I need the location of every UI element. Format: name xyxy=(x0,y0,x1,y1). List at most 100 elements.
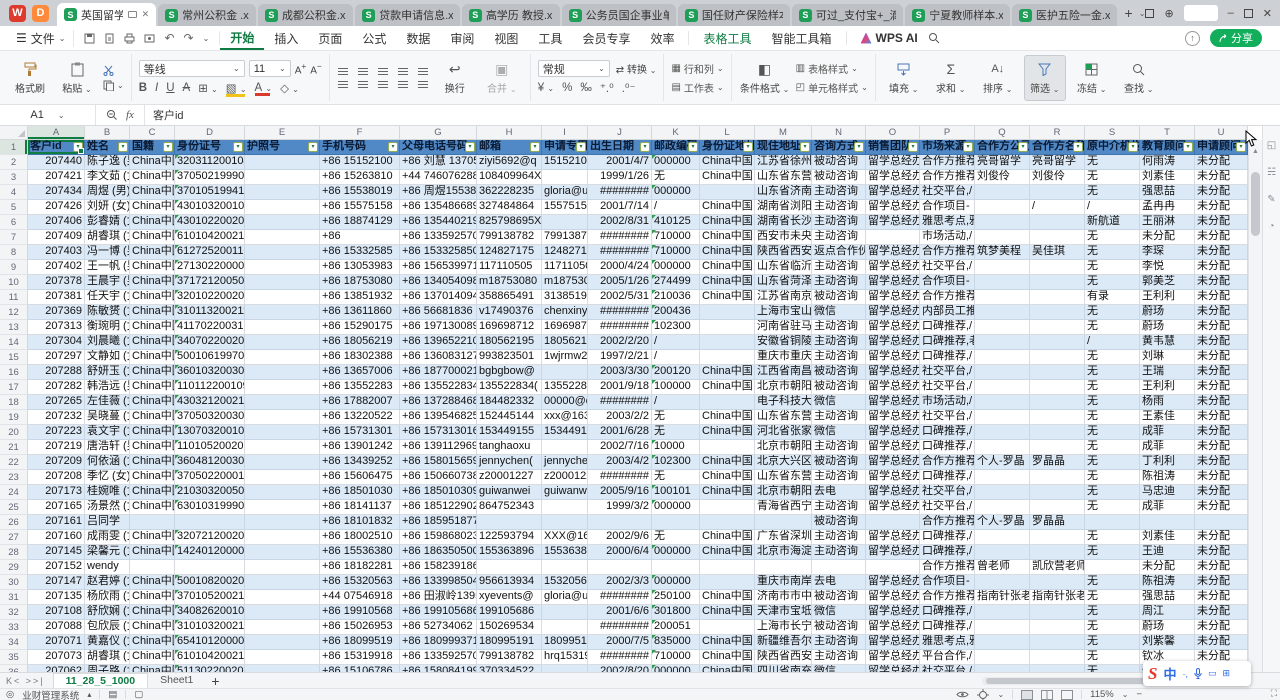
cell[interactable]: +86 1360831276 xyxy=(400,350,477,365)
menu-tab-1[interactable]: 插入 xyxy=(264,28,308,49)
panel-pen-icon[interactable]: ✎ xyxy=(1267,194,1275,205)
cell[interactable]: 2003/4/2 xyxy=(588,455,652,470)
cell[interactable]: bgbgbow@ xyxy=(477,365,542,380)
sheet-tab-1[interactable]: Sheet1 xyxy=(148,673,205,688)
cell[interactable]: 130703200106280921 xyxy=(175,425,245,440)
cell[interactable]: 被动咨询 xyxy=(812,380,866,395)
outline-icon[interactable]: ▢ xyxy=(134,689,143,700)
cell[interactable]: 电子科技大 xyxy=(755,395,812,410)
cell[interactable]: 无 xyxy=(1085,455,1140,470)
cell[interactable] xyxy=(700,185,755,200)
file-tab[interactable]: S医护五险一金.xlsx xyxy=(1012,4,1117,26)
cell[interactable] xyxy=(245,350,320,365)
search-icon[interactable] xyxy=(928,32,940,44)
row-number[interactable]: 22 xyxy=(0,455,28,470)
cell[interactable] xyxy=(1085,515,1140,530)
cell[interactable]: 未分配 xyxy=(1195,455,1248,470)
cell[interactable] xyxy=(975,470,1030,485)
cell[interactable]: 301800 xyxy=(652,605,700,620)
cell[interactable]: 留学总经办 xyxy=(866,185,920,200)
cell[interactable]: 成菲 xyxy=(1140,425,1195,440)
filter-dropdown-icon[interactable]: ▾ xyxy=(73,142,83,152)
cell[interactable]: 207209 xyxy=(28,455,85,470)
cell[interactable]: 无 xyxy=(1085,365,1140,380)
cell[interactable]: 362228235 xyxy=(477,185,542,200)
cell[interactable]: +86 15731301 xyxy=(320,425,400,440)
cell[interactable]: / xyxy=(1030,200,1085,215)
row-number[interactable]: 19 xyxy=(0,410,28,425)
cell[interactable]: +86 18141137 xyxy=(320,500,400,515)
cell[interactable]: 207173 xyxy=(28,485,85,500)
cell[interactable]: 无 xyxy=(1085,440,1140,455)
cell[interactable] xyxy=(975,440,1030,455)
cell[interactable]: 成雨雯 (女 xyxy=(85,530,130,545)
cell[interactable]: 1999/1/26 xyxy=(588,170,652,185)
cell[interactable]: +86 1991056860 xyxy=(400,605,477,620)
cell[interactable]: ######## xyxy=(588,245,652,260)
cell[interactable]: 340702200202202520 xyxy=(175,335,245,350)
row-number[interactable]: 5 xyxy=(0,200,28,215)
cell[interactable]: +86 1565399710 xyxy=(400,260,477,275)
cell[interactable]: 孟冉冉 xyxy=(1140,200,1195,215)
cell[interactable] xyxy=(975,665,1030,672)
sheet-tab-0[interactable]: 11_28_5_1000 xyxy=(53,673,149,688)
cell[interactable]: 207062 xyxy=(28,665,85,672)
cell[interactable]: 重庆市南岸 xyxy=(755,575,812,590)
cell[interactable]: +86 13657006 xyxy=(320,365,400,380)
header-cell[interactable]: 邮政编码▾ xyxy=(652,140,700,155)
cell[interactable]: 710000 xyxy=(652,650,700,665)
cell[interactable]: 吕同学 xyxy=(85,515,130,530)
cell[interactable]: 未分配 xyxy=(1195,560,1248,575)
cell[interactable]: ######## xyxy=(588,305,652,320)
cell[interactable]: China中国 xyxy=(700,365,755,380)
cell[interactable]: China中国 xyxy=(130,320,175,335)
cell[interactable]: 口碑推荐,/ xyxy=(920,620,975,635)
cell[interactable]: 刘紫馨 xyxy=(1140,635,1195,650)
cell[interactable]: 留学总经办 xyxy=(866,410,920,425)
cell[interactable]: 社交平台,/ xyxy=(920,485,975,500)
cell[interactable]: 135522834( xyxy=(477,380,542,395)
cell[interactable]: 180995191( xyxy=(542,635,588,650)
cell[interactable]: 207071 xyxy=(28,635,85,650)
column-header-C[interactable]: C xyxy=(130,126,175,140)
cell[interactable]: 864752343 xyxy=(477,500,542,515)
cell[interactable]: 李文茹 (女 xyxy=(85,170,130,185)
cell[interactable]: 指南针张老 xyxy=(1030,590,1085,605)
cell[interactable]: China中国 xyxy=(130,380,175,395)
cell[interactable]: ziyi5692@q xyxy=(477,155,542,170)
cell[interactable]: 未分配 xyxy=(1195,245,1248,260)
cell[interactable]: 微信 xyxy=(812,395,866,410)
header-cell[interactable]: 合作方公司▾ xyxy=(975,140,1030,155)
cell[interactable] xyxy=(975,320,1030,335)
cell[interactable]: 2001/4/7 xyxy=(588,155,652,170)
cell[interactable]: 留学总经办 xyxy=(866,350,920,365)
cell[interactable]: 被动咨询 xyxy=(812,590,866,605)
ime-grid-icon[interactable]: ⊞ xyxy=(1223,668,1231,679)
filter-dropdown-icon[interactable]: ▾ xyxy=(1018,142,1028,152)
header-cell[interactable]: 销售团队▾ xyxy=(866,140,920,155)
cell[interactable]: gloria@uk xyxy=(542,185,588,200)
cell[interactable]: +86 1391129694 xyxy=(400,440,477,455)
cell[interactable]: 留学总经办 xyxy=(866,260,920,275)
cell[interactable]: 未分配 xyxy=(1195,380,1248,395)
cell[interactable]: / xyxy=(1085,200,1140,215)
close-button[interactable]: ✕ xyxy=(1263,7,1272,20)
cell[interactable]: 710000 xyxy=(652,245,700,260)
cell[interactable]: 周煜 (男) xyxy=(85,185,130,200)
menu-tab-5[interactable]: 审阅 xyxy=(440,28,484,49)
cell[interactable] xyxy=(245,185,320,200)
cell[interactable] xyxy=(542,170,588,185)
menu-tab-3[interactable]: 公式 xyxy=(352,28,396,49)
cell[interactable]: China中国 xyxy=(700,155,755,170)
cell[interactable]: 唐浩轩 (男 xyxy=(85,440,130,455)
cell[interactable]: 王利利 xyxy=(1140,290,1195,305)
cell[interactable]: 207288 xyxy=(28,365,85,380)
cell[interactable] xyxy=(975,485,1030,500)
cell[interactable]: 207108 xyxy=(28,605,85,620)
cell[interactable] xyxy=(1030,575,1085,590)
cell[interactable]: 留学总经办 xyxy=(866,380,920,395)
row-number[interactable]: 12 xyxy=(0,305,28,320)
cell[interactable]: +44 07546918 xyxy=(320,590,400,605)
cell[interactable]: 2005/9/16 xyxy=(588,485,652,500)
cell[interactable]: China中国 xyxy=(130,455,175,470)
